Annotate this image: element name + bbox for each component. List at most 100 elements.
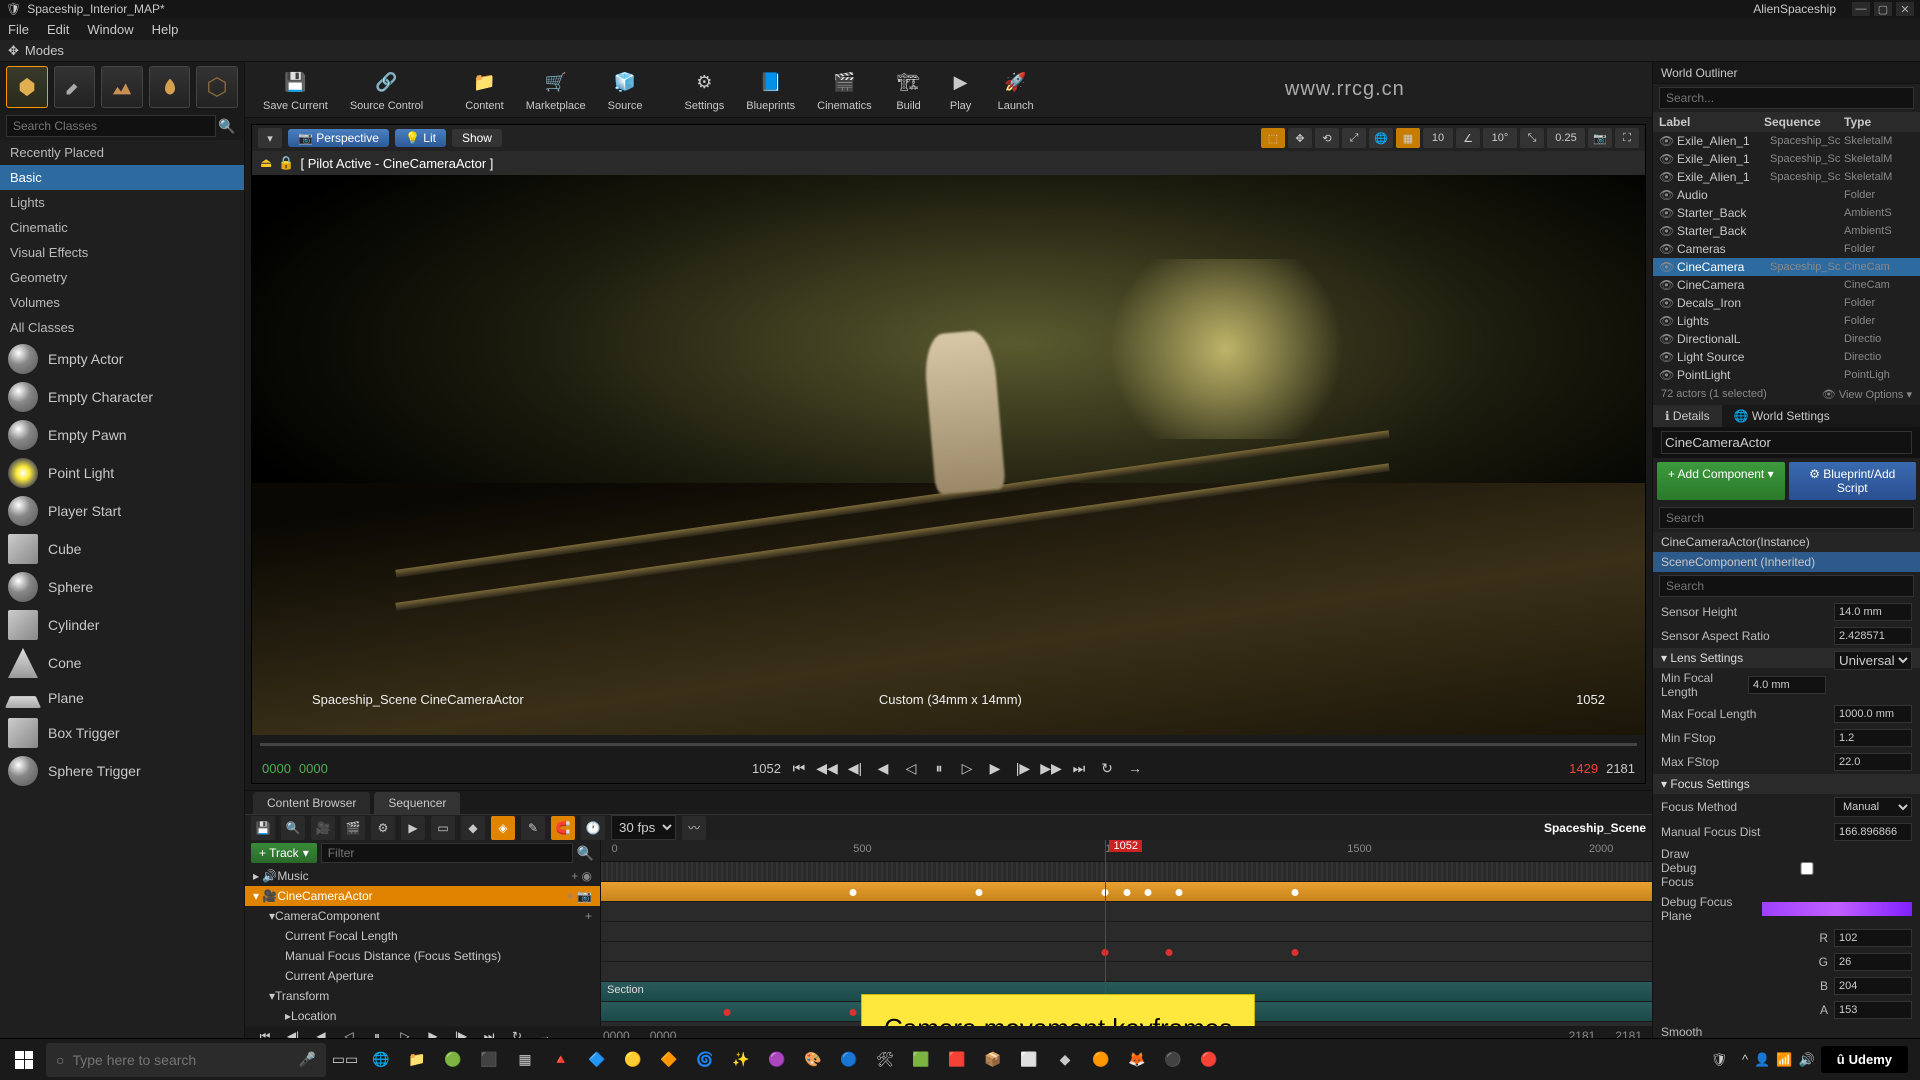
visibility-icon[interactable]: 👁 [1659, 242, 1673, 256]
settings-button[interactable]: ⚙Settings [675, 65, 735, 115]
app16-icon[interactable]: 🟠 [1084, 1043, 1118, 1077]
viewport-options-icon[interactable]: ▾ [258, 128, 282, 148]
cat-volumes[interactable]: Volumes [0, 290, 244, 315]
track-location[interactable]: ▸ Location [245, 1006, 600, 1026]
min-fl-input[interactable] [1748, 676, 1826, 694]
firefox-icon[interactable]: 🦊 [1120, 1043, 1154, 1077]
outliner-row[interactable]: 👁CineCameraCineCam [1653, 276, 1920, 294]
prev-key-icon[interactable]: ◀| [845, 758, 865, 778]
epic-icon[interactable]: ⬛ [472, 1043, 506, 1077]
launch-button[interactable]: 🚀Launch [988, 65, 1044, 115]
maximize-viewport-icon[interactable]: ⛶ [1615, 128, 1639, 148]
transform-rotate-icon[interactable]: ⟲ [1315, 128, 1339, 148]
app17-icon[interactable]: ⚫ [1156, 1043, 1190, 1077]
viewport-scrub[interactable] [252, 735, 1645, 753]
visibility-icon[interactable]: 👁 [1659, 152, 1673, 166]
foliage-mode-icon[interactable] [149, 66, 191, 108]
track-focal-length[interactable]: Current Focal Length [245, 926, 600, 946]
paint-mode-icon[interactable] [54, 66, 96, 108]
blueprint-add-script-button[interactable]: ⚙ Blueprint/Add Script [1789, 462, 1917, 500]
lane-music[interactable] [601, 862, 1652, 882]
actor-empty-pawn[interactable]: Empty Pawn [0, 416, 244, 454]
seq-autokey-icon[interactable]: ◈ [491, 816, 515, 840]
show-chip[interactable]: Show [452, 129, 502, 147]
b-input[interactable] [1834, 977, 1912, 995]
outliner-row[interactable]: 👁DirectionalLDirectio [1653, 330, 1920, 348]
app5-icon[interactable]: 🔶 [652, 1043, 686, 1077]
build-button[interactable]: 🏗Build [884, 65, 934, 115]
g-input[interactable] [1834, 953, 1912, 971]
menu-window[interactable]: Window [87, 22, 133, 37]
visibility-icon[interactable]: 👁 [1659, 134, 1673, 148]
component-scene[interactable]: SceneComponent (Inherited) [1653, 552, 1920, 572]
actor-empty-actor[interactable]: Empty Actor [0, 340, 244, 378]
outliner-row[interactable]: 👁AudioFolder [1653, 186, 1920, 204]
frame-fwd-icon[interactable]: ▶ [985, 758, 1005, 778]
section-focus[interactable]: ▾ Focus Settings [1653, 774, 1920, 794]
snap-grid-toggle[interactable]: ▦ [1396, 128, 1420, 148]
lane-location[interactable]: Camera movement keyframes [601, 1002, 1652, 1022]
tray-vol-icon[interactable]: 🔊 [1799, 1052, 1815, 1068]
cat-all-classes[interactable]: All Classes [0, 315, 244, 340]
snap-angle-value[interactable]: 10° [1483, 128, 1517, 148]
section-lens[interactable]: ▾ Lens SettingsUniversal Zoom [1653, 648, 1920, 668]
search-icon[interactable]: 🔍 [216, 115, 238, 137]
actor-empty-character[interactable]: Empty Character [0, 378, 244, 416]
cinematics-button[interactable]: 🎬Cinematics [807, 65, 881, 115]
udemy-badge[interactable]: û Udemy [1821, 1046, 1908, 1073]
lane-aperture[interactable] [601, 962, 1652, 982]
explorer-icon[interactable]: 📁 [400, 1043, 434, 1077]
play-forward-icon[interactable]: ▷ [957, 758, 977, 778]
geometry-mode-icon[interactable] [196, 66, 238, 108]
cat-visual-effects[interactable]: Visual Effects [0, 240, 244, 265]
track-filter-input[interactable] [321, 843, 573, 863]
frame-back-icon[interactable]: ◀ [873, 758, 893, 778]
next-key-icon[interactable]: |▶ [1013, 758, 1033, 778]
seq-curve-icon[interactable]: 〰 [682, 816, 706, 840]
app2-icon[interactable]: 🔺 [544, 1043, 578, 1077]
seq-options-icon[interactable]: ⚙ [371, 816, 395, 840]
max-fl-input[interactable] [1834, 705, 1912, 723]
app7-icon[interactable]: ✨ [724, 1043, 758, 1077]
tray-user-icon[interactable]: 👤 [1754, 1052, 1770, 1068]
step-back-icon[interactable]: ◀◀ [817, 758, 837, 778]
visibility-icon[interactable]: 👁 [1659, 260, 1673, 274]
app11-icon[interactable]: 🛠 [868, 1043, 902, 1077]
seq-camera-icon[interactable]: 🎥 [311, 816, 335, 840]
track-add-icon[interactable]: + ◉ [571, 869, 592, 883]
tab-world-settings[interactable]: 🌐 World Settings [1722, 405, 1842, 427]
eject-icon[interactable]: ⏏ [260, 155, 272, 171]
track-transform[interactable]: ▾ Transform [245, 986, 600, 1006]
outliner-row[interactable]: 👁Exile_Alien_1Spaceship_SceneSkeletalM [1653, 168, 1920, 186]
outliner-row[interactable]: 👁Light SourceDirectio [1653, 348, 1920, 366]
cat-geometry[interactable]: Geometry [0, 265, 244, 290]
camera-speed-icon[interactable]: 📷 [1588, 128, 1612, 148]
debug-color-swatch[interactable] [1762, 902, 1912, 916]
draw-debug-checkbox[interactable] [1702, 862, 1912, 875]
actor-point-light[interactable]: Point Light [0, 454, 244, 492]
outliner-row[interactable]: 👁Decals_IronFolder [1653, 294, 1920, 312]
landscape-mode-icon[interactable] [101, 66, 143, 108]
actor-name-input[interactable] [1661, 431, 1912, 454]
source-control-button[interactable]: 🔗Source Control [340, 65, 433, 115]
seq-key-icon[interactable]: ◆ [461, 816, 485, 840]
app9-icon[interactable]: 🎨 [796, 1043, 830, 1077]
mic-icon[interactable]: 🎤 [299, 1051, 316, 1068]
search-classes-input[interactable] [6, 115, 216, 137]
actor-cube[interactable]: Cube [0, 530, 244, 568]
visibility-icon[interactable]: 👁 [1659, 332, 1673, 346]
lock-icon[interactable]: 🔒 [278, 155, 294, 171]
forward-arrow-icon[interactable]: → [1125, 758, 1145, 778]
seq-snap-icon[interactable]: 🧲 [551, 816, 575, 840]
chrome-icon[interactable]: 🟢 [436, 1043, 470, 1077]
start-button[interactable] [4, 1042, 44, 1078]
unity-icon[interactable]: ◆ [1048, 1043, 1082, 1077]
r-input[interactable] [1834, 929, 1912, 947]
max-fs-input[interactable] [1834, 753, 1912, 771]
place-mode-icon[interactable] [6, 66, 48, 108]
lane-component[interactable] [601, 902, 1652, 922]
pause-icon[interactable]: ⏸ [929, 758, 949, 778]
visibility-icon[interactable]: 👁 [1659, 350, 1673, 364]
track-add-icon[interactable]: + [585, 909, 592, 923]
play-button[interactable]: ▶Play [936, 65, 986, 115]
